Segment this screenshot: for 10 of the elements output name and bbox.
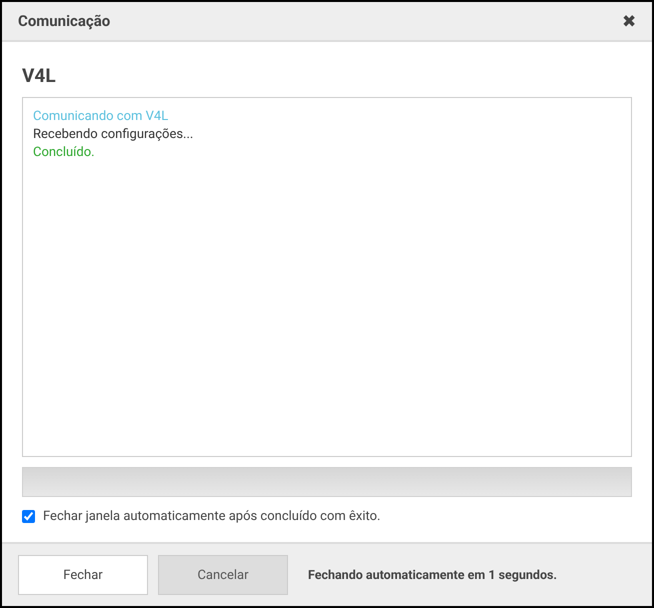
status-text: Fechando automaticamente em 1 segundos.	[308, 568, 558, 582]
window-title: Comunicação	[18, 12, 110, 30]
auto-close-checkbox[interactable]	[22, 510, 35, 523]
close-button[interactable]: ✖	[622, 10, 636, 32]
device-heading: V4L	[22, 64, 57, 87]
log-line: Recebendo configurações...	[33, 126, 194, 144]
log-line: Comunicando com V4L	[33, 108, 170, 126]
log-line: Concluído.	[33, 144, 96, 162]
close-dialog-button[interactable]: Fechar	[18, 555, 148, 595]
checkbox-label: Fechar janela automaticamente após concluído com êxito.	[43, 509, 380, 524]
